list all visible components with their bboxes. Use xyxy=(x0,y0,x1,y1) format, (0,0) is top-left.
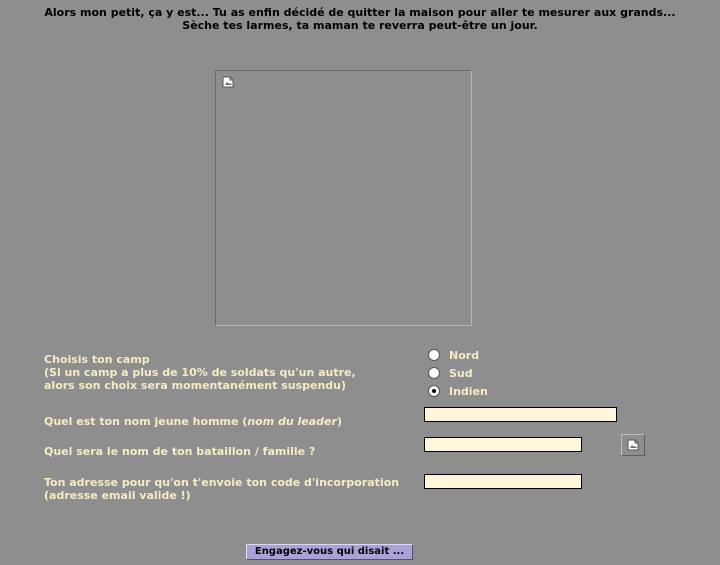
intro-text: Alors mon petit, ça y est... Tu as enfin… xyxy=(0,6,720,32)
email-input[interactable] xyxy=(424,474,582,489)
broken-image-icon xyxy=(222,76,234,88)
radio-option-nord[interactable]: Nord xyxy=(428,347,479,363)
radio-label-nord: Nord xyxy=(449,348,480,362)
radio-label-sud: Sud xyxy=(449,366,473,380)
email-label-line-1: Ton adresse pour qu'on t'envoie ton code… xyxy=(44,476,400,489)
camp-title: Choisis ton camp xyxy=(44,353,150,366)
broken-image-icon xyxy=(627,439,639,451)
battalion-name-input[interactable] xyxy=(424,437,582,452)
camp-note-2: alors son choix sera momentanément suspe… xyxy=(44,379,347,392)
radio-label-indien: Indien xyxy=(449,384,488,398)
intro-line-2: Sèche tes larmes, ta maman te reverra pe… xyxy=(182,19,538,32)
leader-label-main: Quel est ton nom jeune homme ( xyxy=(44,415,248,428)
camp-note-1: (Si un camp a plus de 10% de soldats qu'… xyxy=(44,366,356,379)
radio-option-sud[interactable]: Sud xyxy=(428,365,473,381)
leader-label-end: ) xyxy=(336,415,342,428)
image-button[interactable] xyxy=(621,434,645,456)
email-label: Ton adresse pour qu'on t'envoie ton code… xyxy=(44,476,399,502)
battalion-name-label: Quel sera le nom de ton bataillon / fami… xyxy=(44,445,316,458)
leader-name-label: Quel est ton nom jeune homme (nom du lea… xyxy=(44,415,342,428)
submit-button[interactable]: Engagez-vous qui disait ... xyxy=(246,544,413,560)
image-placeholder xyxy=(215,70,472,326)
radio-sud[interactable] xyxy=(428,367,440,379)
leader-name-input[interactable] xyxy=(424,407,617,422)
email-label-line-2: (adresse email valide !) xyxy=(44,489,191,502)
radio-indien[interactable] xyxy=(428,385,440,397)
leader-label-em: nom du leader xyxy=(247,415,337,428)
camp-section-label: Choisis ton camp (Si un camp a plus de 1… xyxy=(44,353,356,392)
radio-option-indien[interactable]: Indien xyxy=(428,383,488,399)
intro-line-1: Alors mon petit, ça y est... Tu as enfin… xyxy=(44,6,676,19)
radio-nord[interactable] xyxy=(428,349,440,361)
